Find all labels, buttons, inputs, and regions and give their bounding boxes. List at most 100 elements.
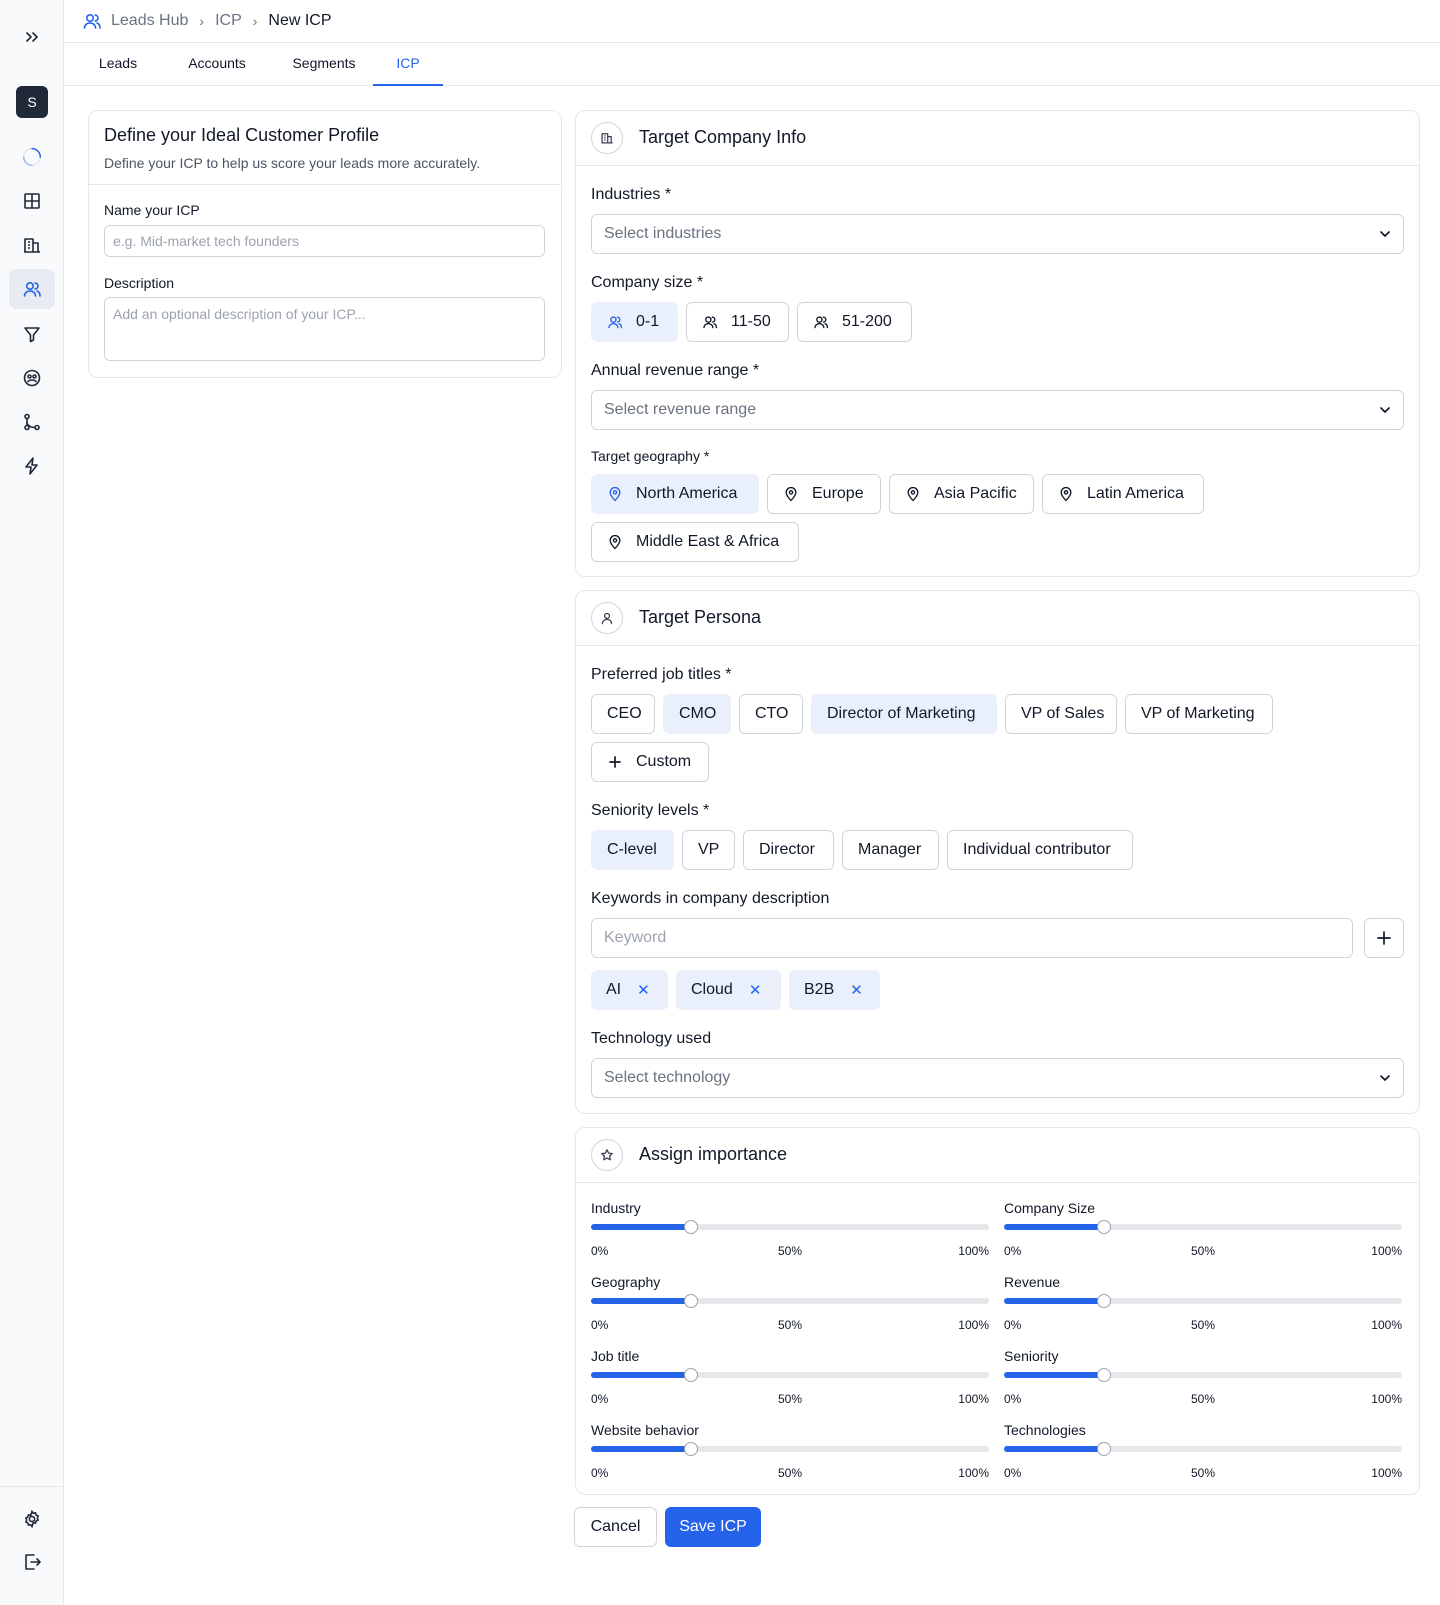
chevron-down-icon	[1380, 231, 1390, 237]
importance-slider[interactable]: Geography 0% 50% 100%	[591, 1274, 989, 1344]
seniority-chip[interactable]: VP	[682, 830, 735, 870]
avatar[interactable]: S	[16, 86, 48, 118]
slider-thumb[interactable]	[683, 1368, 698, 1382]
slider-thumb[interactable]	[683, 1294, 698, 1308]
slider-track[interactable]	[591, 1442, 989, 1456]
filter-icon[interactable]	[9, 314, 55, 354]
slider-scale-label: 0%	[591, 1244, 609, 1258]
tab-bar: Leads Accounts Segments ICP	[64, 43, 1440, 86]
importance-slider[interactable]: Website behavior 0% 50% 100%	[591, 1422, 989, 1492]
geography-chip[interactable]: Europe	[767, 474, 881, 514]
remove-icon[interactable]: ✕	[637, 981, 650, 999]
add-keyword-button[interactable]	[1364, 918, 1404, 958]
slider-track[interactable]	[1004, 1294, 1402, 1308]
cancel-button[interactable]: Cancel	[574, 1507, 657, 1547]
custom-label: Custom	[636, 753, 692, 770]
slider-scale-label: 0%	[591, 1466, 609, 1480]
target-persona-title: Target Persona	[639, 607, 762, 627]
remove-icon[interactable]: ✕	[850, 981, 863, 999]
seniority-chip[interactable]: Director	[743, 830, 834, 870]
slider-label: Technologies	[1004, 1422, 1086, 1438]
slider-track[interactable]	[591, 1368, 989, 1382]
importance-slider[interactable]: Technologies 0% 50% 100%	[1004, 1422, 1402, 1492]
seniority-chip[interactable]: Individual contributor	[947, 830, 1133, 870]
keyword-tag-label: AI	[606, 981, 622, 998]
dashboard-grid-icon[interactable]	[9, 181, 55, 221]
slider-track[interactable]	[1004, 1368, 1402, 1382]
keyword-input[interactable]	[591, 918, 1353, 958]
job-title-chip[interactable]: CTO	[739, 694, 803, 734]
users-icon[interactable]	[9, 269, 55, 309]
slider-scale-label: 100%	[1371, 1392, 1402, 1406]
description-label: Description	[104, 275, 175, 291]
importance-slider[interactable]: Industry 0% 50% 100%	[591, 1200, 989, 1270]
slider-track[interactable]	[1004, 1220, 1402, 1234]
importance-slider[interactable]: Job title 0% 50% 100%	[591, 1348, 989, 1418]
divider	[89, 184, 561, 185]
slider-scale-label: 0%	[591, 1392, 609, 1406]
logout-icon[interactable]	[9, 1542, 55, 1582]
chip-label: North America	[636, 485, 738, 502]
slider-track[interactable]	[591, 1294, 989, 1308]
breadcrumb-leads-hub[interactable]: Leads Hub	[111, 12, 188, 30]
tab-leads[interactable]: Leads	[82, 43, 154, 86]
importance-slider[interactable]: Seniority 0% 50% 100%	[1004, 1348, 1402, 1418]
geography-chip[interactable]: Middle East & Africa	[591, 522, 799, 562]
job-title-chip[interactable]: VP of Marketing	[1125, 694, 1273, 734]
slider-scale-label: 0%	[1004, 1466, 1022, 1480]
importance-slider[interactable]: Revenue 0% 50% 100%	[1004, 1274, 1402, 1344]
slider-scale-label: 100%	[1371, 1466, 1402, 1480]
company-size-chip[interactable]: 51-200	[797, 302, 912, 342]
slider-thumb[interactable]	[683, 1442, 698, 1456]
users-icon	[703, 316, 718, 329]
audience-icon[interactable]	[9, 358, 55, 398]
job-title-chip[interactable]: CEO	[591, 694, 655, 734]
chevron-right-icon: ›	[252, 13, 258, 29]
slider-label: Job title	[591, 1348, 640, 1364]
slider-thumb[interactable]	[683, 1220, 698, 1234]
icp-name-input[interactable]	[104, 225, 545, 257]
technology-select[interactable]: Select technology	[591, 1058, 1404, 1098]
job-title-chip[interactable]: CMO	[663, 694, 731, 734]
geography-chip[interactable]: Asia Pacific	[889, 474, 1034, 514]
seniority-chip[interactable]: Manager	[842, 830, 939, 870]
geography-chip[interactable]: North America	[591, 474, 759, 514]
company-size-chip[interactable]: 0-1	[591, 302, 678, 342]
job-title-chip[interactable]: Director of Marketing	[811, 694, 997, 734]
company-size-label: Company size *	[591, 274, 704, 291]
slider-fill	[1004, 1372, 1104, 1378]
remove-icon[interactable]: ✕	[749, 981, 762, 999]
breadcrumb-icp[interactable]: ICP	[215, 12, 242, 30]
slider-thumb[interactable]	[1096, 1368, 1111, 1382]
lightning-icon[interactable]	[9, 446, 55, 486]
tab-accounts[interactable]: Accounts	[164, 43, 270, 86]
building-icon	[591, 122, 623, 154]
industries-select[interactable]: Select industries	[591, 214, 1404, 254]
geography-chip[interactable]: Latin America	[1042, 474, 1204, 514]
tab-icp[interactable]: ICP	[373, 43, 443, 86]
plus-icon	[609, 756, 621, 768]
workflow-icon[interactable]	[9, 402, 55, 442]
job-title-chip[interactable]: VP of Sales	[1005, 694, 1117, 734]
company-size-chip[interactable]: 11-50	[686, 302, 789, 342]
slider-thumb[interactable]	[1096, 1220, 1111, 1234]
revenue-select[interactable]: Select revenue range	[591, 390, 1404, 430]
keyword-tag: AI ✕	[591, 970, 668, 1010]
icp-description-input[interactable]	[104, 297, 545, 361]
seniority-chip[interactable]: C-level	[591, 830, 674, 870]
slider-scale: 0% 50% 100%	[1004, 1392, 1402, 1406]
custom-job-title-button[interactable]: Custom	[591, 742, 709, 782]
slider-thumb[interactable]	[1096, 1442, 1111, 1456]
building-icon[interactable]	[9, 225, 55, 265]
slider-scale: 0% 50% 100%	[591, 1244, 989, 1258]
tab-segments[interactable]: Segments	[274, 43, 374, 86]
slider-track[interactable]	[1004, 1442, 1402, 1456]
slider-scale-label: 100%	[1371, 1318, 1402, 1332]
settings-gear-icon[interactable]	[9, 1499, 55, 1539]
slider-label: Revenue	[1004, 1274, 1061, 1290]
save-icp-button[interactable]: Save ICP	[665, 1507, 761, 1547]
slider-track[interactable]	[591, 1220, 989, 1234]
importance-slider[interactable]: Company Size 0% 50% 100%	[1004, 1200, 1402, 1270]
expand-sidebar-icon[interactable]	[9, 17, 55, 57]
slider-thumb[interactable]	[1096, 1294, 1111, 1308]
